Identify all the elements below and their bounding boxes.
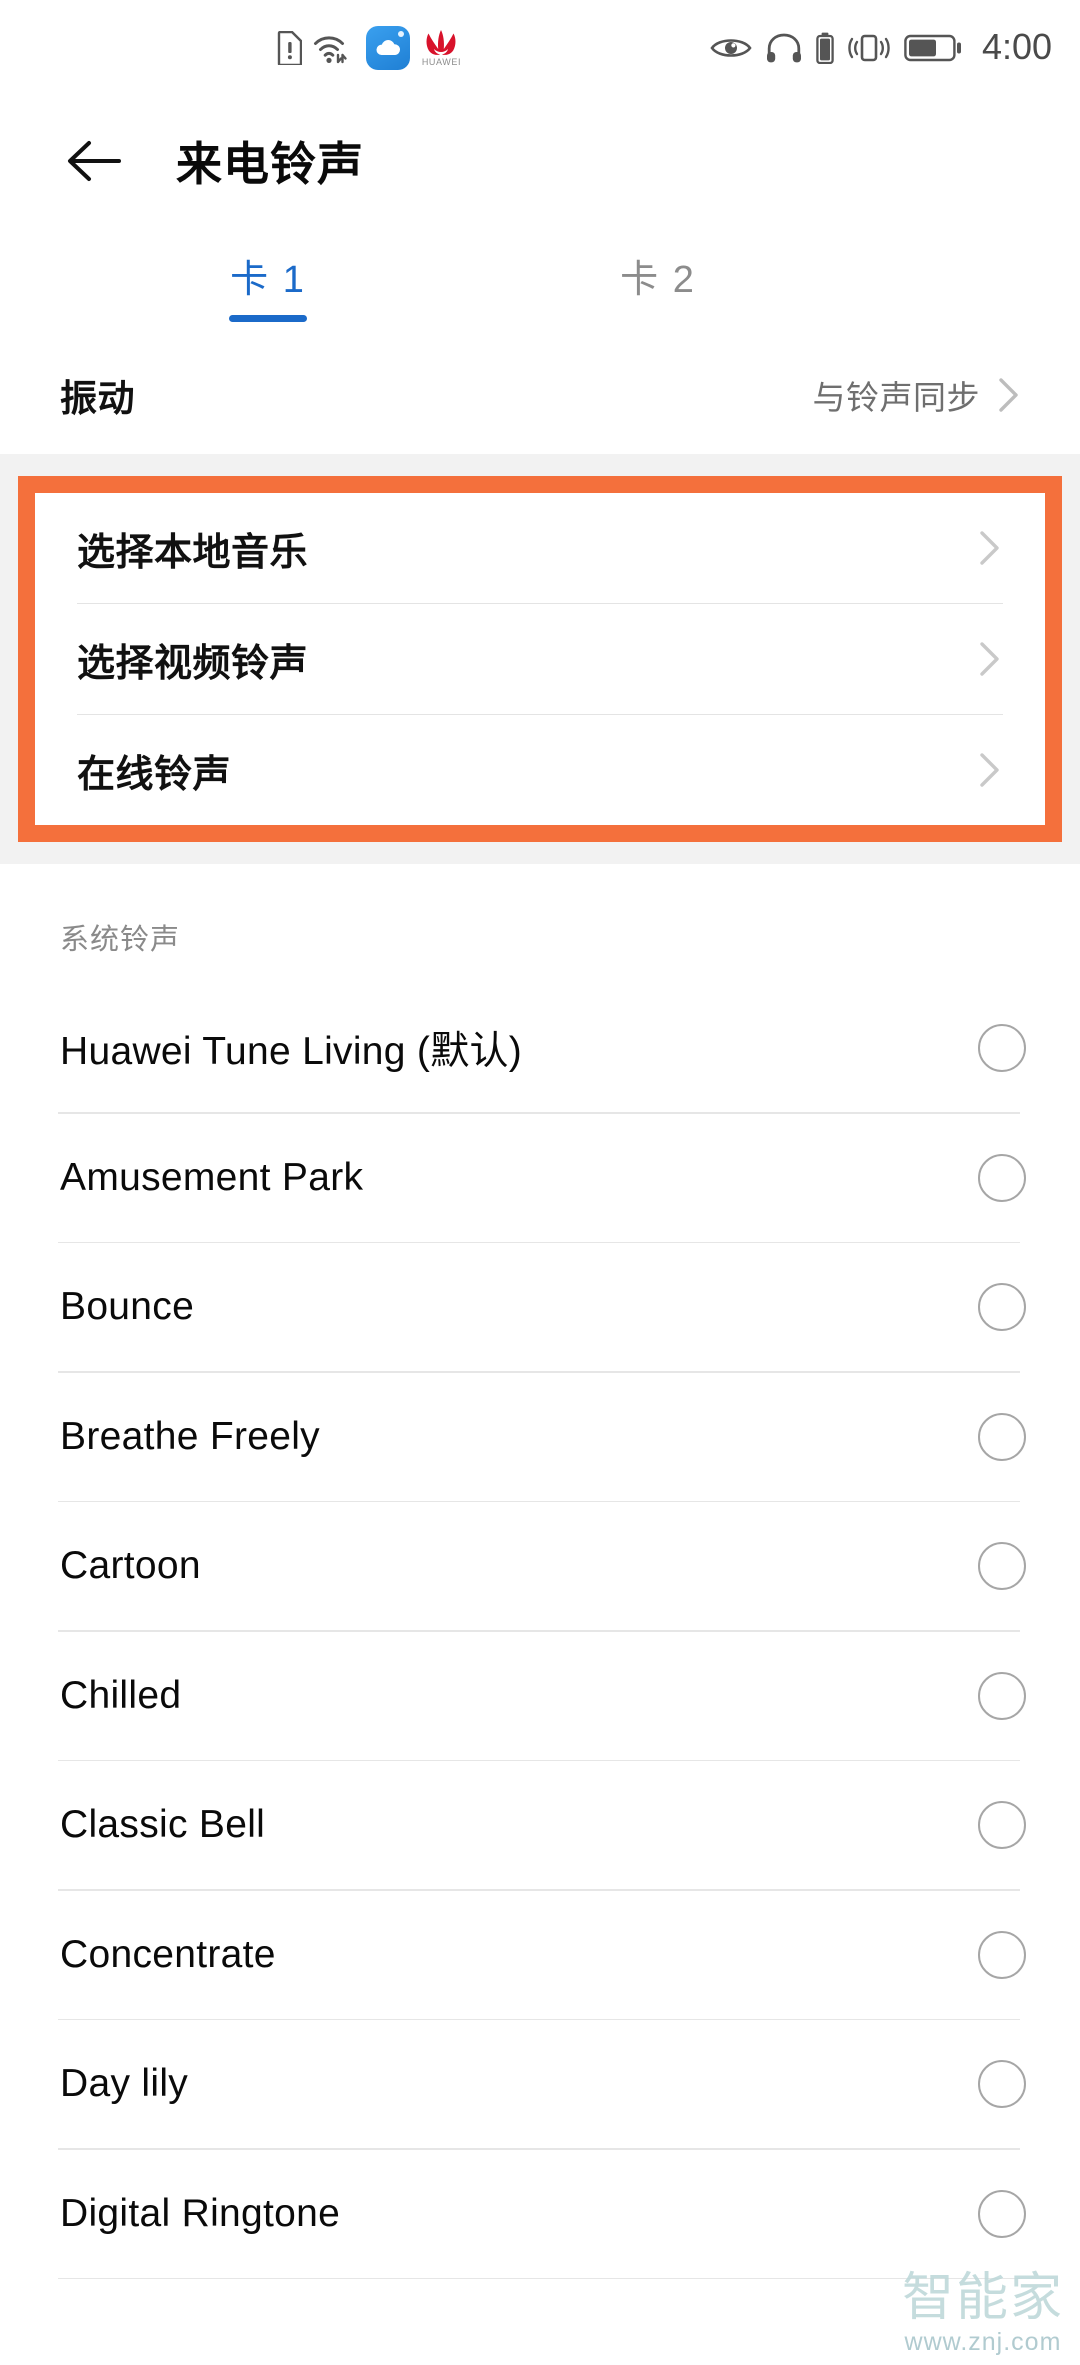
system-ringtones-list: Huawei Tune Living (默认) Amusement Park Bou… bbox=[0, 984, 1080, 2279]
ringtone-name: Breathe Freely bbox=[60, 1414, 320, 1458]
select-local-music-row[interactable]: 选择本地音乐 bbox=[35, 493, 1045, 603]
status-bar: HUAWEI 4:00 bbox=[0, 0, 1080, 96]
ringtone-radio[interactable] bbox=[978, 1671, 1026, 1720]
tab-sim-2-label: 卡 2 bbox=[620, 259, 696, 301]
ringtone-item[interactable]: Breathe Freely bbox=[0, 1372, 1080, 1501]
ringtone-radio[interactable] bbox=[978, 1024, 1026, 1072]
tab-sim-2[interactable]: 卡 2 bbox=[533, 226, 783, 336]
highlighted-group: 选择本地音乐 选择视频铃声 在线铃声 bbox=[18, 476, 1062, 842]
headset-battery-icon bbox=[816, 32, 834, 64]
ringtone-name: Huawei Tune Living (默认) bbox=[60, 1030, 523, 1073]
cloud-app-icon bbox=[366, 26, 411, 70]
online-ringtone-row[interactable]: 在线铃声 bbox=[35, 715, 1045, 825]
ringtone-item[interactable]: Amusement Park bbox=[0, 1113, 1080, 1242]
ringtone-radio[interactable] bbox=[978, 1542, 1026, 1590]
list-divider bbox=[58, 2277, 1020, 2279]
tab-sim-1[interactable]: 卡 1 bbox=[143, 226, 393, 336]
ringtone-name: Chilled bbox=[60, 1673, 182, 1717]
online-ringtone-label: 在线铃声 bbox=[77, 753, 232, 796]
select-local-music-label: 选择本地音乐 bbox=[77, 531, 309, 574]
ringtone-radio[interactable] bbox=[978, 1283, 1026, 1331]
status-bar-clock: 4:00 bbox=[981, 26, 1053, 67]
vibration-value: 与铃声同步 bbox=[812, 379, 980, 416]
status-bar-notification-icons: HUAWEI bbox=[276, 26, 461, 70]
tab-active-indicator bbox=[229, 315, 307, 322]
page-title: 来电铃声 bbox=[176, 138, 364, 190]
system-ringtones-header-label: 系统铃声 bbox=[60, 924, 181, 956]
wifi-signal-icon bbox=[314, 36, 348, 64]
system-ringtones-header: 系统铃声 bbox=[0, 864, 1080, 984]
watermark-url: www.znj.com bbox=[904, 2328, 1062, 2356]
ringtone-name: Concentrate bbox=[60, 1932, 276, 1976]
tab-inactive-indicator bbox=[619, 315, 697, 322]
ringtone-radio[interactable] bbox=[978, 2060, 1026, 2108]
watermark-name: 智能家 bbox=[901, 2268, 1064, 2328]
sim-card-tabs: 卡 1 卡 2 bbox=[0, 226, 1080, 336]
ringtone-item[interactable]: Bounce bbox=[0, 1243, 1080, 1371]
ringtone-item[interactable]: Classic Bell bbox=[0, 1761, 1080, 1889]
section-gap-band bbox=[0, 842, 1080, 864]
app-bar: 来电铃声 bbox=[0, 96, 1080, 226]
ringtone-item[interactable]: Cartoon bbox=[0, 1502, 1080, 1630]
highlighted-group-wrapper: 选择本地音乐 选择视频铃声 在线铃声 bbox=[0, 476, 1080, 842]
watermark: 智能家 www.znj.com bbox=[902, 2272, 1064, 2357]
chevron-right-icon bbox=[980, 642, 999, 676]
huawei-logo-icon: HUAWEI bbox=[421, 29, 461, 67]
back-arrow-icon bbox=[68, 141, 121, 181]
ringtone-radio[interactable] bbox=[978, 1412, 1026, 1461]
battery-icon bbox=[904, 34, 961, 62]
ringtone-item[interactable]: Chilled bbox=[0, 1631, 1080, 1760]
status-bar-system-icons: 4:00 bbox=[461, 26, 1053, 69]
back-button[interactable] bbox=[58, 125, 130, 197]
ringtone-radio[interactable] bbox=[978, 2189, 1026, 2238]
select-video-ringtone-row[interactable]: 选择视频铃声 bbox=[35, 604, 1045, 714]
ringtone-radio[interactable] bbox=[978, 1930, 1026, 1979]
ringtone-radio[interactable] bbox=[978, 1153, 1026, 1202]
select-video-ringtone-label: 选择视频铃声 bbox=[77, 642, 309, 685]
ringtone-name: Day lily bbox=[60, 2062, 189, 2105]
vibration-label: 振动 bbox=[60, 378, 135, 419]
ringtone-name: Digital Ringtone bbox=[60, 2191, 341, 2235]
huawei-wordmark: HUAWEI bbox=[421, 57, 462, 67]
vibration-row[interactable]: 振动 与铃声同步 bbox=[0, 336, 1080, 454]
chevron-right-icon bbox=[999, 378, 1018, 412]
sim-card-alert-icon bbox=[278, 31, 303, 65]
ringtone-item[interactable]: Huawei Tune Living (默认) bbox=[0, 984, 1080, 1112]
ringtone-name: Amusement Park bbox=[60, 1155, 364, 1199]
ringtone-item[interactable]: Day lily bbox=[0, 2020, 1080, 2148]
ringtone-radio[interactable] bbox=[978, 1801, 1026, 1849]
vibrate-icon bbox=[848, 34, 890, 62]
ringtone-name: Cartoon bbox=[60, 1544, 201, 1587]
headset-icon bbox=[766, 33, 801, 63]
ringtone-item[interactable]: Concentrate bbox=[0, 1890, 1080, 2019]
ringtone-name: Classic Bell bbox=[60, 1803, 266, 1846]
chevron-right-icon bbox=[980, 531, 999, 565]
ringtone-name: Bounce bbox=[60, 1285, 195, 1328]
chevron-right-icon bbox=[980, 753, 999, 787]
eye-comfort-icon bbox=[710, 39, 752, 57]
tab-sim-1-label: 卡 1 bbox=[230, 259, 306, 301]
section-gap-band bbox=[0, 454, 1080, 476]
ringtone-item[interactable]: Digital Ringtone bbox=[0, 2149, 1080, 2278]
